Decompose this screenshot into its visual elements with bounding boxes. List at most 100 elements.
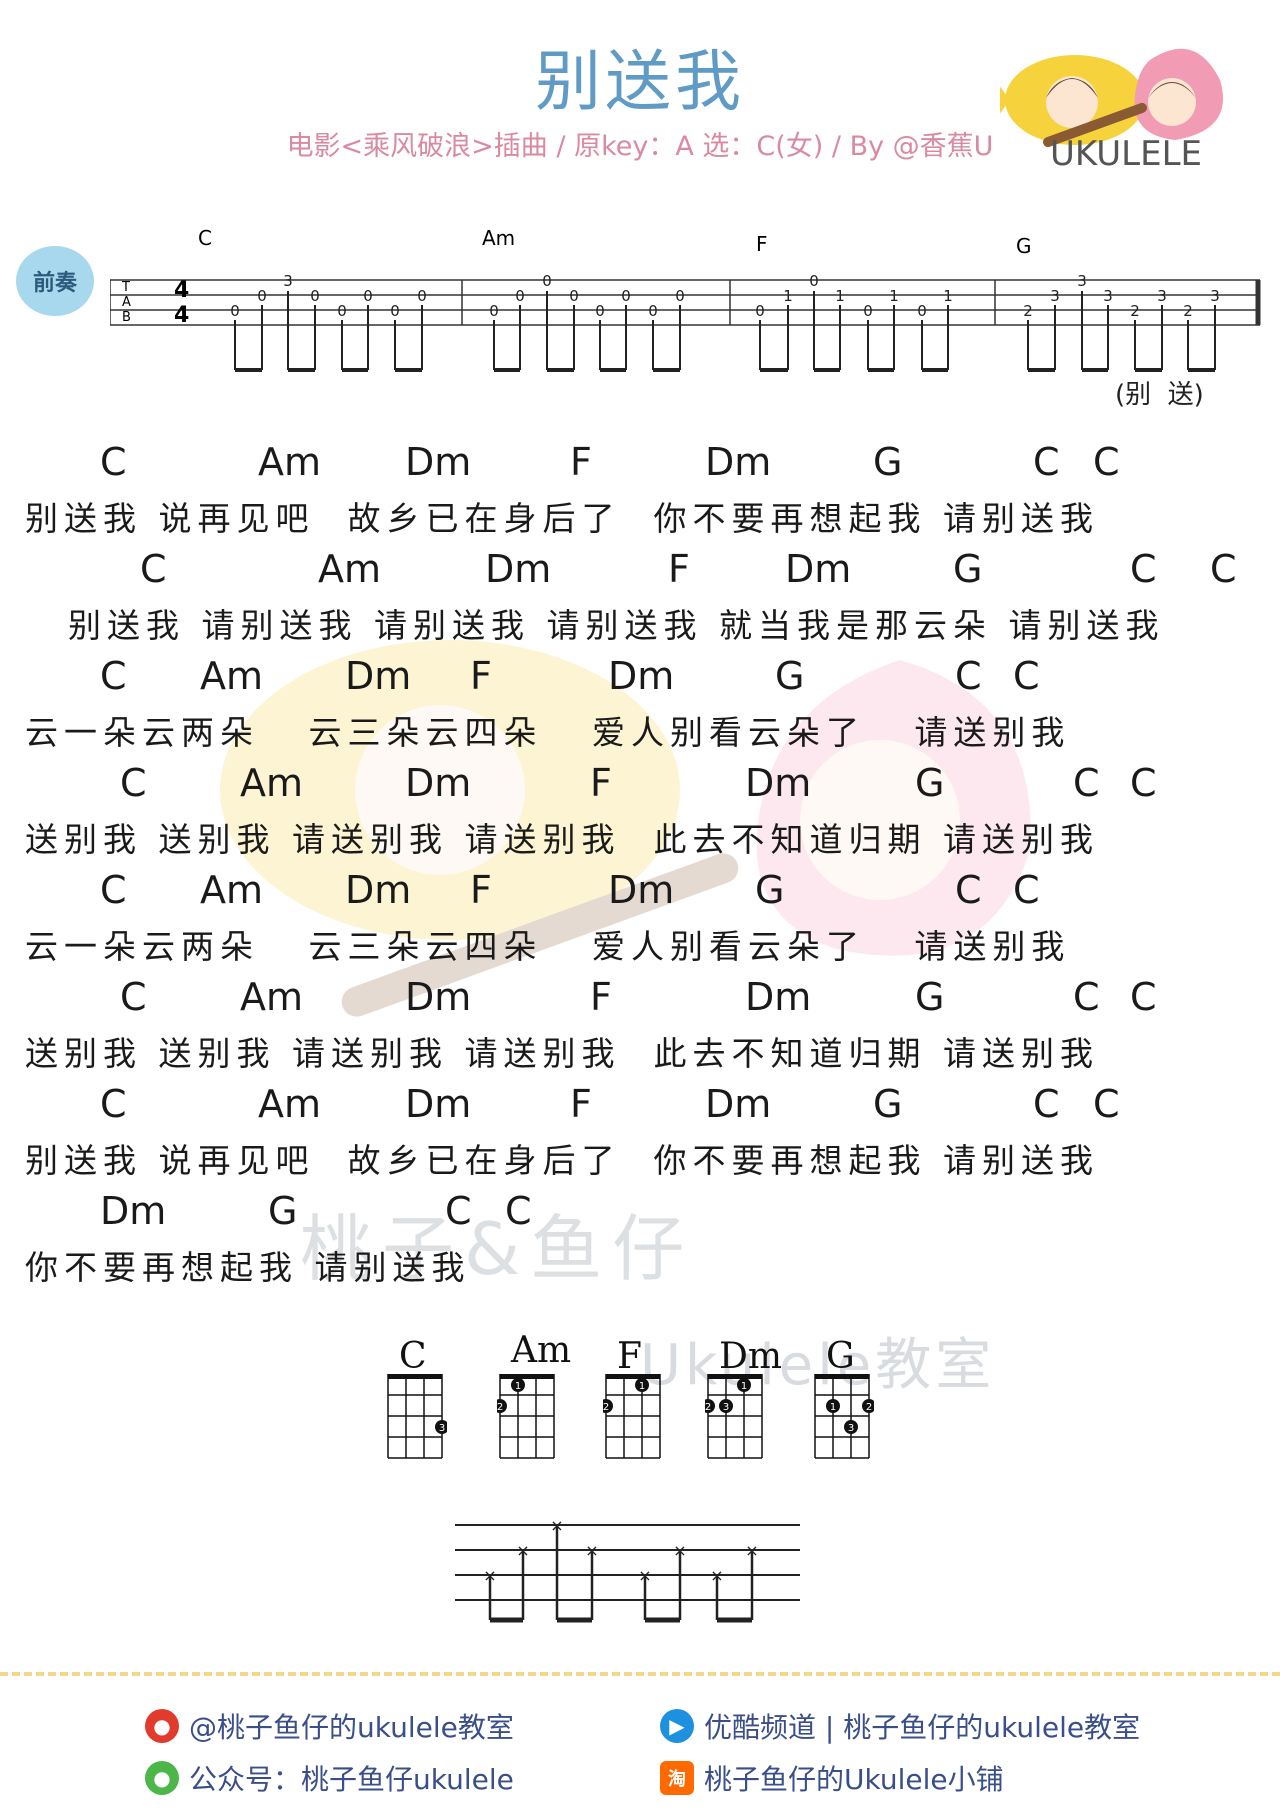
chord-label: Am [240, 761, 304, 805]
chord-label: F [590, 975, 612, 1019]
svg-text:0: 0 [863, 302, 873, 320]
svg-text:×: × [516, 1541, 529, 1560]
chord-label: Dm [705, 440, 772, 484]
strum-pattern: × × × × × × × × [455, 1516, 800, 1623]
svg-text:×: × [550, 1516, 563, 1535]
chord-label: F [570, 440, 592, 484]
footer-wechat[interactable]: ● 公众号：桃子鱼仔ukulele [145, 1758, 514, 1798]
chord-label: C [955, 654, 982, 698]
ukulele-logo: UKULELE [1000, 48, 1223, 170]
chord-label: Am [318, 547, 382, 591]
svg-text:UKULELE: UKULELE [1050, 134, 1202, 170]
chord-label: C [120, 975, 147, 1019]
footer-taobao[interactable]: 淘 桃子鱼仔的Ukulele小铺 [660, 1758, 1004, 1798]
intro-tab-staff: T A B 4 4 C Am F G 0030 0000 0000 0000 0… [110, 226, 1261, 372]
svg-text:0: 0 [417, 287, 427, 305]
intro-chord-c: C [198, 226, 212, 250]
chord-label: C [100, 440, 127, 484]
weibo-icon: ● [145, 1709, 179, 1743]
footer-youku[interactable]: ▶ 优酷频道 | 桃子鱼仔的ukulele教室 [660, 1706, 1140, 1746]
svg-text:3: 3 [1157, 287, 1167, 305]
chord-label: Dm [345, 868, 412, 912]
svg-text:4: 4 [174, 278, 189, 303]
lyric-line: C Am Dm F Dm G C C 送别我 送别我 请送别我 请送别我 此去不知道归期 请送别… [0, 975, 1280, 1075]
chord-label: G [268, 1189, 298, 1233]
svg-text:1: 1 [515, 1381, 521, 1392]
svg-text:3: 3 [439, 1423, 445, 1434]
lyric-line: C Am Dm F Dm G C C 云一朵云两朵 云三朵云四朵 爱人别看云朵了 请送别我 [0, 654, 1280, 754]
svg-text:0: 0 [569, 287, 579, 305]
svg-text:1: 1 [943, 287, 953, 305]
chord-label: C [1093, 440, 1120, 484]
chord-label: Dm [405, 975, 472, 1019]
lyric-text: 送别我 送别我 请送别我 请送别我 此去不知道归期 请送别我 [25, 1034, 1099, 1073]
chord-label: Dm [745, 761, 812, 805]
svg-text:0: 0 [917, 302, 927, 320]
lyric-line: C Am Dm F Dm G C C 别送我 说再见吧 故乡已在身后了 你不要再想起我 请别送我 [0, 1082, 1280, 1182]
chord-label: F [470, 654, 492, 698]
svg-text:×: × [745, 1541, 758, 1560]
lyric-line: Dm G C C 你不要再想起我 请别送我 [0, 1189, 1280, 1289]
wechat-icon: ● [145, 1761, 179, 1795]
chord-label: C [1093, 1082, 1120, 1126]
chord-label: C [1073, 975, 1100, 1019]
chord-label: Dm [100, 1189, 167, 1233]
chord-label: G [953, 547, 983, 591]
chord-label: F [590, 761, 612, 805]
song-subtitle: 电影<乘风破浪>插曲 / 原key：A 选：C(女) / By @香蕉U [286, 131, 994, 162]
footer-weibo[interactable]: ● @桃子鱼仔的ukulele教室 [145, 1706, 514, 1746]
chord-label: C [100, 654, 127, 698]
lyric-line: C Am Dm F Dm G C C 送别我 送别我 请送别我 请送别我 此去不知道归期 请送别… [0, 761, 1280, 861]
svg-text:0: 0 [390, 302, 400, 320]
chord-diagram-name: F [617, 1336, 642, 1377]
chord-label: Dm [485, 547, 552, 591]
chord-label: Dm [705, 1082, 772, 1126]
chord-diagram-name: G [826, 1336, 855, 1377]
svg-text:4: 4 [174, 303, 189, 328]
lyric-text: 你不要再想起我 请别送我 [25, 1248, 471, 1287]
svg-text:2: 2 [1130, 302, 1140, 320]
svg-text:0: 0 [230, 302, 240, 320]
chord-diagram-name: Dm [719, 1336, 782, 1377]
intro-chord-f: F [756, 232, 768, 256]
chord-label: Dm [405, 761, 472, 805]
chord-grid: 21 [603, 1374, 661, 1459]
svg-text:2: 2 [1023, 302, 1033, 320]
chord-label: Am [258, 440, 322, 484]
lyric-line: C Am Dm F Dm G C C 别送我 说再见吧 故乡已在身后了 你不要再想起我 请别送我 [0, 440, 1280, 540]
intro-badge: 前奏 [16, 246, 94, 316]
svg-text:3: 3 [1210, 287, 1220, 305]
chord-label: C [120, 761, 147, 805]
chord-label: Dm [608, 868, 675, 912]
chord-label: Am [258, 1082, 322, 1126]
svg-text:0: 0 [310, 287, 320, 305]
svg-text:0: 0 [542, 272, 552, 290]
chord-grid: 2 3 1 [705, 1374, 763, 1459]
svg-text:×: × [638, 1566, 651, 1585]
chord-label: Am [240, 975, 304, 1019]
svg-text:1: 1 [741, 1381, 747, 1392]
svg-text:1: 1 [830, 1402, 836, 1413]
svg-text:3: 3 [1077, 272, 1087, 290]
chord-label: Dm [345, 654, 412, 698]
chord-label: C [1073, 761, 1100, 805]
svg-text:T: T [121, 280, 130, 295]
chord-grid: 21 [497, 1374, 555, 1459]
svg-text:2: 2 [866, 1402, 872, 1413]
svg-text:3: 3 [723, 1402, 729, 1413]
svg-text:2: 2 [603, 1402, 609, 1413]
lyric-text: 别送我 说再见吧 故乡已在身后了 你不要再想起我 请别送我 [25, 1141, 1099, 1180]
chord-grid: 3 [387, 1374, 447, 1459]
chord-label: G [915, 761, 945, 805]
svg-text:1: 1 [639, 1381, 645, 1392]
svg-text:0: 0 [675, 287, 685, 305]
chord-label: Am [200, 868, 264, 912]
svg-text:0: 0 [489, 302, 499, 320]
chord-grid: 1 3 2 [814, 1374, 874, 1459]
chord-label: Dm [745, 975, 812, 1019]
svg-text:3: 3 [848, 1423, 854, 1434]
svg-text:2: 2 [705, 1402, 711, 1413]
chord-label: C [1130, 975, 1157, 1019]
svg-text:2: 2 [497, 1402, 503, 1413]
svg-text:2: 2 [1183, 302, 1193, 320]
